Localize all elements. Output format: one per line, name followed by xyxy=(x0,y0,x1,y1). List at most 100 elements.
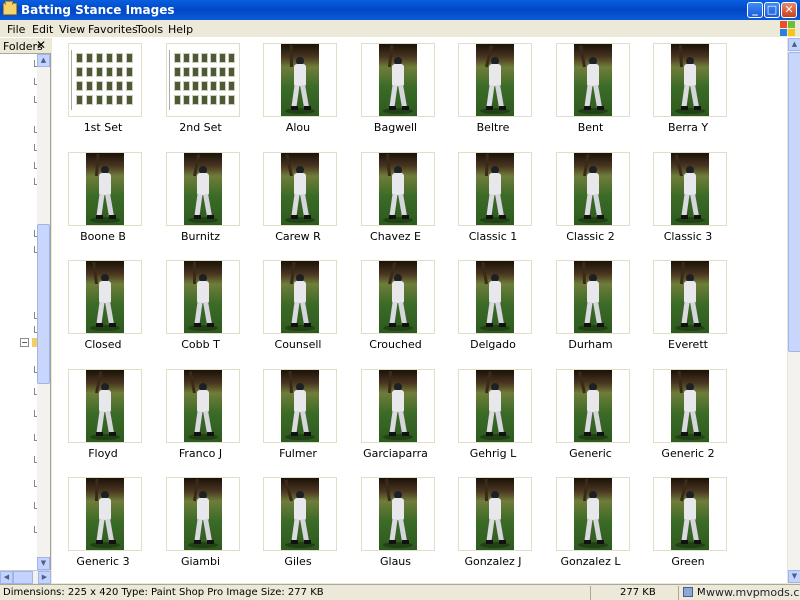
file-item[interactable]: Classic 3 xyxy=(640,149,736,249)
menu-view[interactable]: View xyxy=(59,23,85,36)
file-item[interactable]: Glaus xyxy=(348,474,444,574)
close-icon[interactable]: ✕ xyxy=(36,38,46,52)
file-item[interactable]: Gehrig L xyxy=(445,366,541,466)
scroll-thumb[interactable] xyxy=(37,224,50,384)
batter-photo xyxy=(671,152,709,225)
batter-photo xyxy=(671,44,709,116)
file-item[interactable]: Everett xyxy=(640,257,736,357)
file-thumbnail-view[interactable]: 1st Set 2nd Set Alou Bagwell Beltre Bent Berra… xyxy=(52,38,787,583)
file-item[interactable]: 2nd Set xyxy=(153,40,249,140)
file-item[interactable]: Floyd xyxy=(55,366,151,466)
status-details: Dimensions: 225 x 420 Type: Paint Shop P… xyxy=(3,587,324,598)
scroll-down-button[interactable]: ▼ xyxy=(37,557,50,570)
file-item[interactable]: Crouched xyxy=(348,257,444,357)
file-item-label: Generic 2 xyxy=(661,446,715,460)
file-item-label: Garciaparra xyxy=(363,446,428,460)
mini-photo xyxy=(191,95,199,105)
file-item-label: Gehrig L xyxy=(469,446,517,460)
file-item[interactable]: Delgado xyxy=(445,257,541,357)
file-item[interactable]: Carew R xyxy=(250,149,346,249)
thumbnail-frame xyxy=(360,477,435,551)
scroll-left-button[interactable]: ◀ xyxy=(0,571,13,584)
file-item[interactable]: Generic 3 xyxy=(55,474,151,574)
scroll-down-button[interactable]: ▼ xyxy=(788,570,800,583)
batter-photo xyxy=(476,478,514,550)
thumbnail-frame xyxy=(360,260,435,334)
scroll-right-button[interactable]: ▶ xyxy=(38,571,51,584)
scroll-thumb[interactable] xyxy=(788,52,800,352)
file-item[interactable]: Alou xyxy=(250,40,346,140)
scroll-up-button[interactable]: ▲ xyxy=(37,54,50,67)
menu-edit[interactable]: Edit xyxy=(32,23,53,36)
file-item[interactable]: Fulmer xyxy=(250,366,346,466)
file-item[interactable]: Bagwell xyxy=(348,40,444,140)
thumbnail-frame xyxy=(458,260,532,334)
file-item[interactable]: Boone B xyxy=(55,149,151,249)
batter-photo xyxy=(281,369,319,442)
file-item-label: 1st Set xyxy=(83,121,123,134)
file-item[interactable]: Garciaparra xyxy=(348,366,444,466)
mini-photo xyxy=(116,67,123,77)
maximize-button[interactable]: □ xyxy=(764,2,780,18)
mini-photo xyxy=(96,95,103,105)
file-item[interactable]: Classic 1 xyxy=(445,149,541,249)
menu-file[interactable]: File xyxy=(7,23,25,36)
batter-photo xyxy=(476,44,514,116)
batter-photo xyxy=(281,261,319,333)
file-item[interactable]: Franco J xyxy=(153,366,249,466)
file-item[interactable]: Gonzalez L xyxy=(543,474,639,574)
file-item[interactable]: Berra Y xyxy=(640,40,736,140)
thumbnail-frame xyxy=(263,477,337,551)
main-scrollbar[interactable]: ▲ ▼ xyxy=(787,38,800,583)
file-item[interactable]: Generic 2 xyxy=(640,366,736,466)
mini-photo xyxy=(173,81,181,91)
thumbnail-frame xyxy=(458,151,532,226)
thumbnail-frame xyxy=(165,151,240,226)
folder-icon xyxy=(3,1,17,15)
scroll-thumb[interactable] xyxy=(13,571,33,584)
folders-hscrollbar[interactable]: ◀ ▶ xyxy=(0,570,51,584)
mini-photo xyxy=(96,81,103,91)
mini-photo xyxy=(76,53,83,63)
batter-photo xyxy=(378,369,417,442)
file-item[interactable]: 1st Set xyxy=(55,40,151,140)
file-item[interactable]: Classic 2 xyxy=(543,149,639,249)
folders-pane: Folders ✕ − ▲ ▼ xyxy=(0,38,51,570)
file-item[interactable]: Generic xyxy=(543,366,639,466)
file-item-label: Carew R xyxy=(275,229,321,243)
file-item[interactable]: Counsell xyxy=(250,257,346,357)
scroll-up-button[interactable]: ▲ xyxy=(788,38,800,51)
batter-photo xyxy=(86,152,124,225)
batter-photo xyxy=(671,369,709,442)
status-divider xyxy=(678,586,679,600)
mini-photo xyxy=(173,67,181,77)
close-button[interactable]: ✕ xyxy=(781,2,797,18)
file-item[interactable]: Green xyxy=(640,474,736,574)
menu-favorites[interactable]: Favorites xyxy=(88,23,138,36)
file-item[interactable]: Closed xyxy=(55,257,151,357)
thumbnail-frame xyxy=(165,477,240,551)
batter-photo xyxy=(281,44,319,116)
file-item[interactable]: Gonzalez J xyxy=(445,474,541,574)
menu-help[interactable]: Help xyxy=(168,23,193,36)
file-item[interactable]: Bent xyxy=(543,40,639,140)
file-item[interactable]: Giambi xyxy=(153,474,249,574)
batter-photo xyxy=(671,478,709,550)
title-bar[interactable]: Batting Stance Images _ □ ✕ xyxy=(0,0,800,20)
file-item-label: Classic 2 xyxy=(566,229,615,243)
file-item[interactable]: Beltre xyxy=(445,40,541,140)
file-item[interactable]: Cobb T xyxy=(153,257,249,357)
mini-photo xyxy=(173,95,181,105)
folders-scrollbar[interactable]: ▲ ▼ xyxy=(37,54,50,570)
menu-tools[interactable]: Tools xyxy=(136,23,163,36)
mini-photo xyxy=(86,81,93,91)
file-item[interactable]: Chavez E xyxy=(348,149,444,249)
mini-photo xyxy=(96,53,103,63)
tree-expander[interactable]: − xyxy=(20,338,29,347)
minimize-button[interactable]: _ xyxy=(747,2,763,18)
batter-photo xyxy=(183,369,222,442)
thumbnail-frame xyxy=(263,260,337,334)
file-item[interactable]: Giles xyxy=(250,474,346,574)
file-item[interactable]: Burnitz xyxy=(153,149,249,249)
file-item[interactable]: Durham xyxy=(543,257,639,357)
